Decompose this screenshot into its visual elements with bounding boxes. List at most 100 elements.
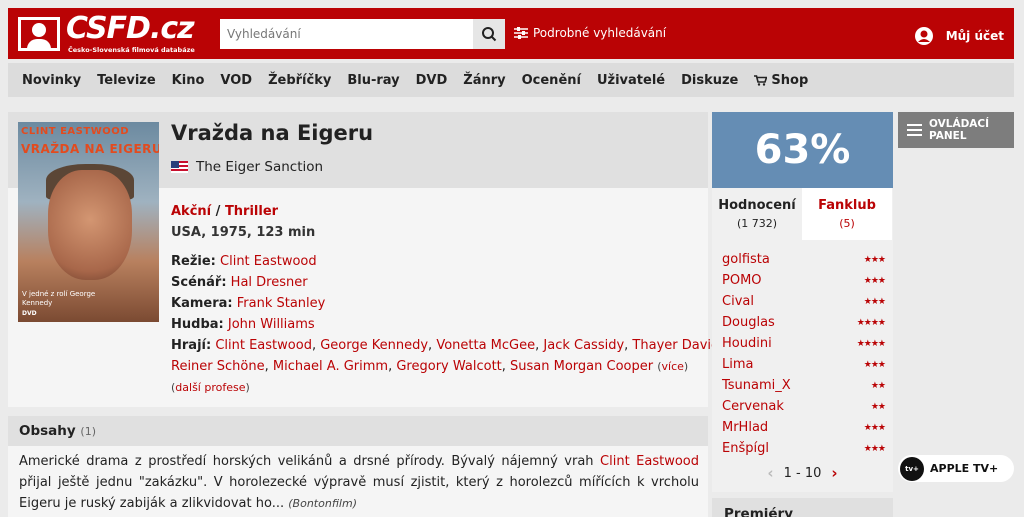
- original-title: The Eiger Sanction: [171, 159, 323, 175]
- control-panel-button[interactable]: OVLÁDACÍ PANEL: [898, 112, 1014, 148]
- film-panel: CLINT EASTWOOD VRAŽDA NA EIGERU V jedné …: [8, 112, 723, 407]
- actor-link[interactable]: Vonetta McGee: [436, 338, 535, 353]
- more-cast-link[interactable]: (více): [657, 360, 688, 373]
- actor-link[interactable]: Susan Morgan Cooper: [510, 359, 653, 374]
- genre-link[interactable]: Akční: [171, 204, 211, 219]
- user-rating-row: Enšpígl ★★★: [722, 438, 886, 459]
- user-icon: [914, 27, 933, 45]
- nav-item-kino[interactable]: Kino: [172, 73, 205, 88]
- credit-label: Hudba:: [171, 317, 224, 332]
- search-box: [220, 19, 505, 49]
- apple-tv-label: APPLE TV+: [930, 462, 999, 475]
- poster-actor-text: CLINT EASTWOOD: [21, 126, 130, 137]
- apple-tv-banner[interactable]: tv+ APPLE TV+: [898, 455, 1014, 482]
- user-link[interactable]: POMO: [722, 273, 762, 288]
- tab-fanclub[interactable]: Fanklub (5): [802, 188, 892, 240]
- nav-item-televize[interactable]: Televize: [97, 73, 156, 88]
- star-rating-icon: ★★★: [863, 443, 886, 454]
- search-icon: [482, 27, 497, 42]
- credit-label: Scénář:: [171, 275, 227, 290]
- nav-item-shop[interactable]: Shop: [754, 73, 808, 88]
- user-link[interactable]: Douglas: [722, 315, 775, 330]
- control-panel-label: OVLÁDACÍ PANEL: [929, 118, 990, 142]
- user-rating-row: Houdini ★★★★: [722, 333, 886, 354]
- actor-link[interactable]: Jack Cassidy: [543, 338, 624, 353]
- user-rating-row: Tsunami_X ★★: [722, 375, 886, 396]
- plot-count: (1): [80, 425, 96, 438]
- star-rating-icon: ★★★: [863, 254, 886, 265]
- more-professions: (další profese): [171, 381, 250, 394]
- advanced-search-link[interactable]: Podrobné vyhledávání: [514, 26, 666, 40]
- cart-icon: [754, 74, 768, 86]
- search-button[interactable]: [473, 19, 505, 49]
- user-link[interactable]: Houdini: [722, 336, 772, 351]
- user-link[interactable]: golfista: [722, 252, 770, 267]
- plot-actor-link[interactable]: Clint Eastwood: [600, 454, 699, 469]
- genre-link[interactable]: Thriller: [225, 204, 278, 219]
- tab-ratings-count: (1 732): [736, 217, 778, 230]
- nav-item-dvd[interactable]: DVD: [416, 73, 448, 88]
- user-link[interactable]: Cervenak: [722, 399, 784, 414]
- nav-item-zebricky[interactable]: Žebříčky: [268, 73, 331, 88]
- nav-item-bluray[interactable]: Blu-ray: [347, 73, 399, 88]
- credit-writer: Scénář: Hal Dresner: [171, 272, 701, 293]
- user-link[interactable]: Cival: [722, 294, 754, 309]
- creator-link[interactable]: Frank Stanley: [237, 296, 326, 311]
- pager-range: 1 - 10: [783, 465, 822, 481]
- tab-ratings[interactable]: Hodnocení (1 732): [712, 188, 802, 240]
- credit-cast-continued: Reiner Schöne, Michael A. Grimm, Gregory…: [171, 359, 689, 374]
- credit-label: Kamera:: [171, 296, 233, 311]
- star-rating-icon: ★★★: [863, 359, 886, 370]
- actor-link[interactable]: George Kennedy: [320, 338, 428, 353]
- search-input[interactable]: [220, 19, 468, 49]
- advanced-search-label: Podrobné vyhledávání: [533, 26, 667, 40]
- film-origin: USA, 1975, 123 min: [171, 225, 316, 240]
- actor-link[interactable]: Reiner Schöne: [171, 359, 265, 374]
- user-link[interactable]: Lima: [722, 357, 753, 372]
- user-link[interactable]: Tsunami_X: [722, 378, 791, 393]
- star-rating-icon: ★★★: [863, 296, 886, 307]
- user-rating-row: Lima ★★★: [722, 354, 886, 375]
- plot-text: Americké drama z prostředí horských veli…: [19, 451, 699, 514]
- top-bar: CSFD.cz Česko-Slovenská filmová databáze…: [8, 8, 1014, 59]
- actor-link[interactable]: Gregory Walcott: [396, 359, 501, 374]
- star-rating-icon: ★★★: [863, 422, 886, 433]
- rating-panel: 63% Hodnocení (1 732) Fanklub (5) golfis…: [712, 112, 893, 492]
- star-rating-icon: ★★★★: [856, 338, 886, 349]
- star-rating-icon: ★★★★: [856, 317, 886, 328]
- chevron-right-icon[interactable]: ›: [831, 464, 837, 482]
- poster-caption: V jedné z rolí George Kennedy: [22, 290, 96, 307]
- account-label: Můj účet: [945, 29, 1004, 43]
- premiery-heading: Premiéry: [712, 498, 893, 517]
- credit-label: Hrají:: [171, 338, 212, 353]
- user-link[interactable]: MrHlad: [722, 420, 768, 435]
- actor-link[interactable]: Clint Eastwood: [215, 338, 312, 353]
- nav-item-diskuze[interactable]: Diskuze: [681, 73, 738, 88]
- film-title: Vražda na Eigeru: [171, 121, 374, 145]
- actor-link[interactable]: Michael A. Grimm: [273, 359, 388, 374]
- actor-link[interactable]: Thayer David: [632, 338, 719, 353]
- nav-item-vod[interactable]: VOD: [220, 73, 252, 88]
- tab-fanclub-label: Fanklub: [818, 198, 876, 213]
- rating-tabs: Hodnocení (1 732) Fanklub (5): [712, 188, 893, 240]
- nav-item-oceneni[interactable]: Ocenění: [522, 73, 581, 88]
- logo-icon: [18, 17, 60, 51]
- more-link[interactable]: více: [662, 360, 684, 373]
- creator-link[interactable]: John Williams: [228, 317, 315, 332]
- creator-link[interactable]: Hal Dresner: [231, 275, 308, 290]
- csfd-logo[interactable]: CSFD.cz Česko-Slovenská filmová databáze: [18, 11, 195, 55]
- user-link[interactable]: Enšpígl: [722, 441, 769, 456]
- film-poster[interactable]: CLINT EASTWOOD VRAŽDA NA EIGERU V jedné …: [18, 122, 159, 322]
- credit-label: Režie:: [171, 254, 216, 269]
- chevron-left-icon[interactable]: ‹: [767, 464, 773, 482]
- more-professions-link[interactable]: další profese: [175, 381, 245, 394]
- usa-flag-icon: [171, 161, 188, 173]
- credit-music: Hudba: John Williams: [171, 314, 701, 335]
- nav-item-novinky[interactable]: Novinky: [22, 73, 81, 88]
- account-link[interactable]: Můj účet: [914, 26, 1004, 46]
- shop-label: Shop: [771, 72, 809, 88]
- nav-item-zanry[interactable]: Žánry: [463, 73, 505, 88]
- premiery-heading-text: Premiéry: [724, 506, 794, 517]
- creator-link[interactable]: Clint Eastwood: [220, 254, 317, 269]
- nav-item-uzivatele[interactable]: Uživatelé: [597, 73, 665, 88]
